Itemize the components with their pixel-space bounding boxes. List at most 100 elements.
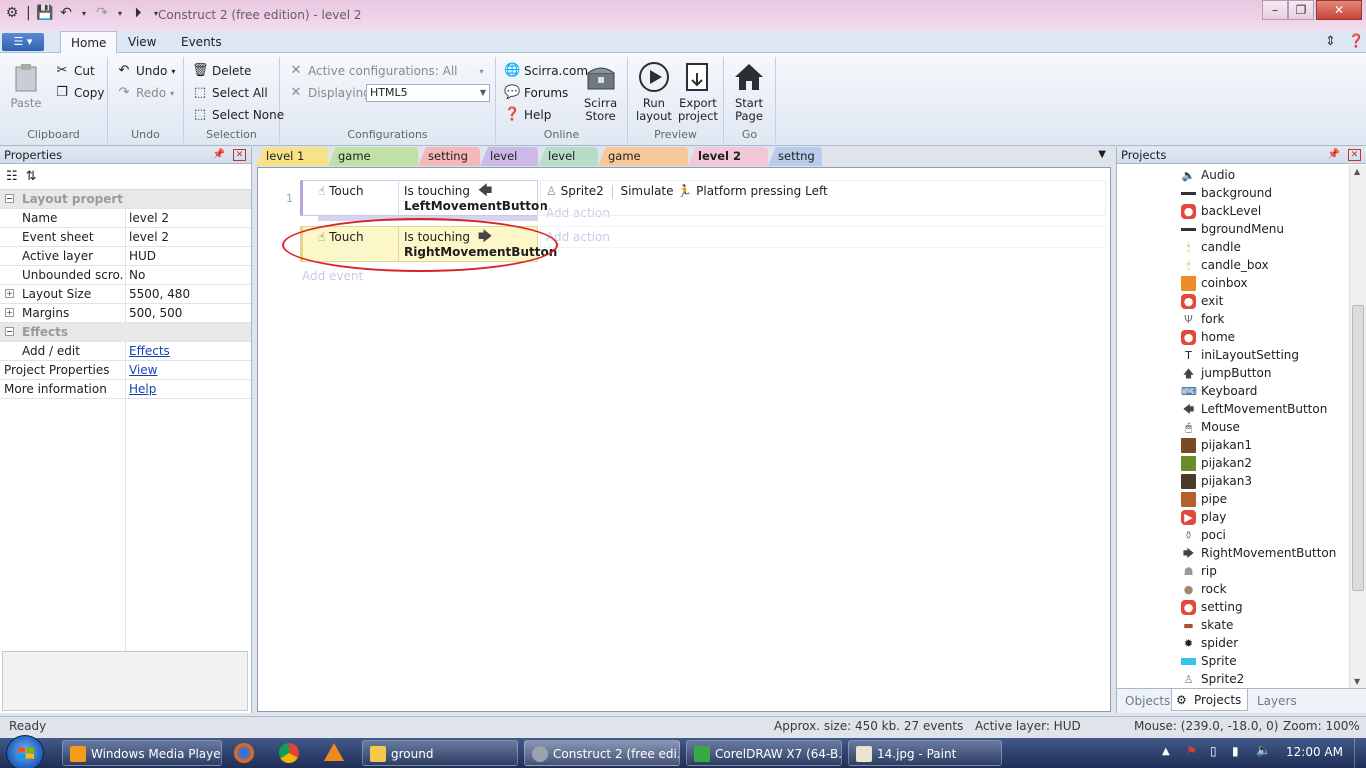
project-tree-item[interactable]: ♙ Sprite2 (1181, 670, 1245, 688)
start-button[interactable] (6, 735, 44, 768)
project-tree-item[interactable]: ● backLevel (1181, 202, 1261, 220)
scroll-down-icon[interactable]: ▼ (1354, 677, 1360, 686)
project-tree-item[interactable]: TiniLayoutSetting (1181, 346, 1299, 364)
project-tree-item[interactable]: ⚱ poci (1181, 526, 1226, 544)
taskbar-media-player[interactable]: Windows Media Player (62, 740, 222, 766)
doc-tab[interactable]: game menu (328, 147, 418, 166)
project-tree-item[interactable]: 🡄 LeftMovementButton (1181, 400, 1328, 418)
show-hidden-icons[interactable]: ▲ (1162, 746, 1170, 757)
project-tree-item[interactable]: ● setting (1181, 598, 1243, 616)
add-action-link[interactable]: Add action (546, 206, 610, 220)
doc-tab-active[interactable]: level 2✕ (688, 147, 768, 166)
tab-list-dropdown-icon[interactable]: ▼ (1098, 149, 1106, 160)
app-gear-icon[interactable]: ⚙ (4, 5, 20, 21)
project-tree-item[interactable]: 🕯 candle (1181, 238, 1241, 256)
active-configurations-dropdown[interactable]: ✕ Active configurations: All ▾ (288, 63, 484, 79)
volume-icon[interactable]: 🔈 (1256, 743, 1271, 757)
undo-icon[interactable]: ↶ (58, 5, 74, 21)
tab-view[interactable]: View (118, 31, 166, 53)
start-page-button[interactable]: Start Page (733, 61, 765, 123)
select-none-button[interactable]: ⬚ Select None (192, 107, 284, 123)
doc-tab[interactable]: setting (418, 147, 480, 166)
project-tree-item[interactable]: ✹ spider (1181, 634, 1238, 652)
project-tree-item[interactable]: pijakan3 (1181, 472, 1252, 490)
taskbar-paint[interactable]: 14.jpg - Paint (848, 740, 1002, 766)
categorized-icon[interactable]: ☷ (6, 169, 18, 184)
collapse-icon[interactable]: − (5, 327, 14, 336)
tab-objects[interactable]: Objects (1119, 692, 1176, 711)
project-tree-item[interactable]: 🡆 RightMovementButton (1181, 544, 1337, 562)
scrollbar-thumb[interactable] (1352, 305, 1364, 591)
event-1-action[interactable]: ♙ Sprite2 Simulate 🏃 Platform pressing L… (546, 184, 828, 199)
project-tree-item[interactable]: ▶ play (1181, 508, 1226, 526)
taskbar-coreldraw[interactable]: CorelDRAW X7 (64-B... (686, 740, 842, 766)
taskbar-explorer[interactable]: ground (362, 740, 518, 766)
pin-icon[interactable]: 📌 (213, 147, 225, 163)
property-row[interactable]: Active layer HUD (0, 247, 251, 266)
show-desktop-button[interactable] (1354, 738, 1366, 768)
displaying-select[interactable]: HTML5 ▼ (366, 84, 490, 102)
expand-icon[interactable]: + (5, 308, 14, 317)
property-row[interactable]: Event sheet level 2 (0, 228, 251, 247)
project-tree-item[interactable]: 🔈 Audio (1181, 166, 1235, 184)
project-tree-item[interactable]: 🡅 jumpButton (1181, 364, 1272, 382)
chevron-down-icon[interactable]: ▾ (80, 9, 88, 18)
network-alert-icon[interactable]: ⚑ (1186, 744, 1197, 758)
paste-button[interactable]: Paste (10, 61, 42, 110)
collapse-ribbon-icon[interactable]: ⇕ (1325, 34, 1336, 49)
tab-layers[interactable]: Layers (1251, 692, 1303, 711)
project-tree-item[interactable]: ☗ rip (1181, 562, 1217, 580)
run-icon[interactable]: ⏵ (130, 5, 146, 21)
undo-button[interactable]: ↶ Undo ▾ (116, 63, 176, 79)
layout-properties-category[interactable]: −Layout properties (0, 190, 251, 209)
project-tree-item[interactable]: 🕯 candle_box (1181, 256, 1269, 274)
forums-link[interactable]: 💬 Forums (504, 85, 568, 101)
project-tree-item[interactable]: pipe (1181, 490, 1227, 508)
close-panel-button[interactable]: ✕ (233, 149, 246, 161)
cut-button[interactable]: ✂ Cut (54, 63, 95, 79)
property-row[interactable]: + Layout Size 5500, 480 (0, 285, 251, 304)
property-row[interactable]: Unbounded scro... No (0, 266, 251, 285)
signal-icon[interactable]: ▮ (1232, 744, 1239, 758)
property-row[interactable]: Add / edit Effects (0, 342, 251, 361)
property-row[interactable]: Name level 2 (0, 209, 251, 228)
project-tree-item[interactable]: ● exit (1181, 292, 1223, 310)
delete-button[interactable]: 🗑 Delete (192, 63, 251, 79)
battery-icon[interactable]: ▯ (1210, 744, 1217, 758)
effects-link[interactable]: Effects (129, 344, 170, 358)
collapse-icon[interactable]: − (5, 194, 14, 203)
project-tree-item[interactable]: coinbox (1181, 274, 1248, 292)
doc-tab[interactable]: level 1 (256, 147, 328, 166)
doc-tab[interactable]: level 1 (538, 147, 598, 166)
close-button[interactable]: ✕ (1316, 0, 1362, 20)
project-tree-item[interactable]: 🖱 Mouse (1181, 418, 1240, 436)
minimize-button[interactable]: – (1262, 0, 1288, 20)
select-all-button[interactable]: ⬚ Select All (192, 85, 268, 101)
project-tree-item[interactable]: bgroundMenu (1181, 220, 1284, 238)
close-panel-button[interactable]: ✕ (1348, 149, 1361, 161)
tab-events[interactable]: Events (171, 31, 232, 53)
tab-projects[interactable]: ⚙ Projects (1171, 689, 1249, 711)
projects-scrollbar[interactable]: ▲ ▼ (1349, 165, 1366, 688)
run-layout-button[interactable]: Run layout (636, 61, 672, 123)
vlc-icon[interactable] (324, 743, 344, 761)
project-tree-item[interactable]: ● rock (1181, 580, 1227, 598)
app-menu-button[interactable]: ☰ ▾ (2, 33, 44, 51)
maximize-button[interactable]: ❐ (1288, 0, 1314, 20)
property-row[interactable]: More information Help (0, 380, 251, 399)
firefox-icon[interactable] (234, 743, 254, 763)
help-link[interactable]: ❓ Help (504, 107, 551, 123)
event-sheet[interactable]: 1 ☝ Touch Is touching 🡄 LeftMovementButto… (257, 167, 1111, 712)
expand-icon[interactable]: + (5, 289, 14, 298)
project-tree-item[interactable]: pijakan1 (1181, 436, 1252, 454)
redo-button[interactable]: ↷ Redo ▾ (116, 85, 175, 101)
project-tree-item[interactable]: Ψfork (1181, 310, 1224, 328)
copy-button[interactable]: ❐ Copy (54, 85, 104, 101)
project-tree-item[interactable]: background (1181, 184, 1272, 202)
doc-tab[interactable]: settng (768, 147, 822, 166)
sort-az-icon[interactable]: ⇅ (26, 169, 37, 184)
scirra-link[interactable]: 🌐 Scirra.com (504, 63, 588, 79)
save-icon[interactable]: 💾 (36, 5, 53, 21)
project-tree-item[interactable]: ▬ skate (1181, 616, 1233, 634)
add-event-link[interactable]: Add event (302, 269, 363, 283)
